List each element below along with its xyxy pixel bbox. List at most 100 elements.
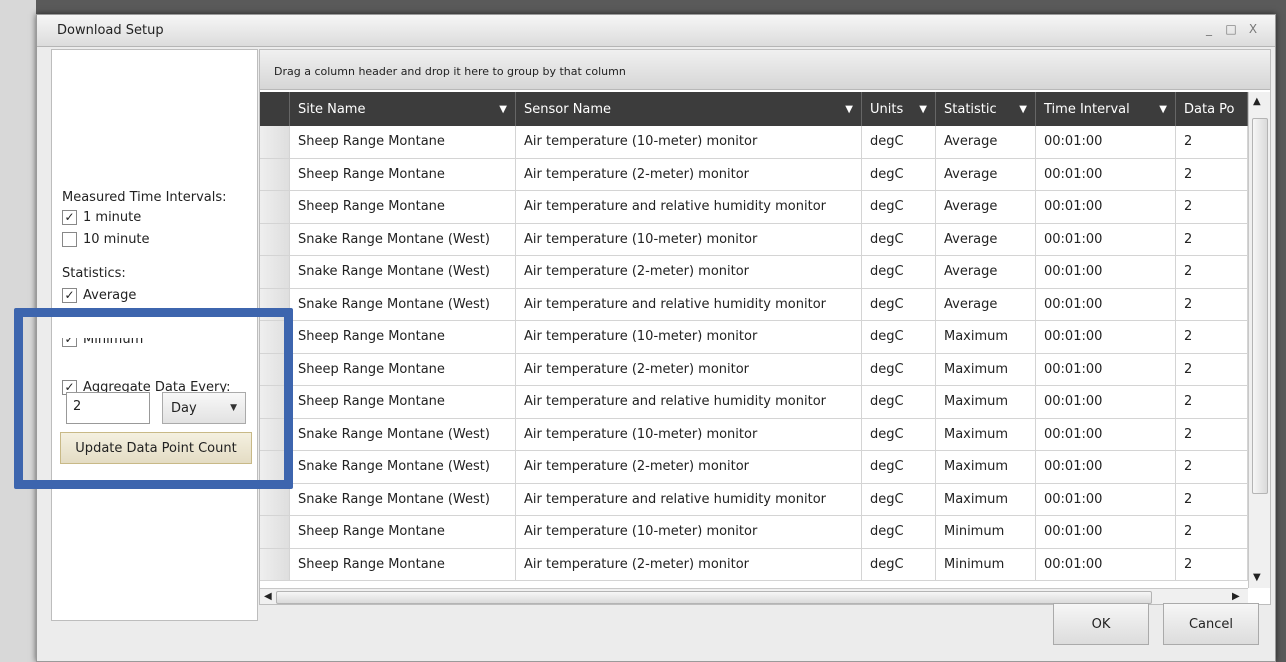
column-header-data-points[interactable]: Data Po bbox=[1176, 92, 1248, 126]
horizontal-scroll-thumb[interactable] bbox=[276, 591, 1152, 604]
scroll-right-icon[interactable]: ▶ bbox=[1232, 591, 1240, 602]
cell-data-points[interactable]: 2 bbox=[1176, 483, 1248, 515]
table-row[interactable]: Snake Range Montane (West) Air temperatur… bbox=[260, 223, 1270, 256]
cell-data-points[interactable]: 2 bbox=[1176, 191, 1248, 223]
close-button[interactable]: X bbox=[1245, 21, 1261, 37]
cell-data-points[interactable]: 2 bbox=[1176, 288, 1248, 320]
cell-site-name[interactable]: Snake Range Montane (West) bbox=[290, 418, 516, 450]
column-header-units[interactable]: Units ▼ bbox=[862, 92, 936, 126]
table-row[interactable]: Sheep Range Montane Air temperature and r… bbox=[260, 386, 1270, 419]
cell-sensor-name[interactable]: Air temperature (2-meter) monitor bbox=[516, 548, 862, 580]
cell-units[interactable]: degC bbox=[862, 256, 936, 288]
table-row[interactable]: Sheep Range Montane Air temperature (10-m… bbox=[260, 321, 1270, 354]
filter-icon[interactable]: ▼ bbox=[845, 104, 853, 115]
column-header-statistic[interactable]: Statistic ▼ bbox=[936, 92, 1036, 126]
scroll-left-icon[interactable]: ◀ bbox=[264, 591, 272, 602]
minimize-button[interactable]: _ bbox=[1201, 21, 1217, 37]
cell-data-points[interactable]: 2 bbox=[1176, 418, 1248, 450]
cell-units[interactable]: degC bbox=[862, 321, 936, 353]
cell-units[interactable]: degC bbox=[862, 418, 936, 450]
cell-sensor-name[interactable]: Air temperature and relative humidity mo… bbox=[516, 483, 862, 515]
row-header[interactable] bbox=[260, 223, 290, 255]
filter-icon[interactable]: ▼ bbox=[919, 104, 927, 115]
cell-data-points[interactable]: 2 bbox=[1176, 386, 1248, 418]
cell-statistic[interactable]: Maximum bbox=[936, 353, 1036, 385]
interval-1-minute-checkbox[interactable]: ✓ 1 minute bbox=[62, 210, 141, 225]
table-row[interactable]: Sheep Range Montane Air temperature (2-me… bbox=[260, 353, 1270, 386]
cell-units[interactable]: degC bbox=[862, 126, 936, 158]
cell-statistic[interactable]: Average bbox=[936, 126, 1036, 158]
table-row[interactable]: Snake Range Montane (West) Air temperatur… bbox=[260, 288, 1270, 321]
cell-sensor-name[interactable]: Air temperature and relative humidity mo… bbox=[516, 288, 862, 320]
cell-units[interactable]: degC bbox=[862, 516, 936, 548]
cell-time-interval[interactable]: 00:01:00 bbox=[1036, 353, 1176, 385]
cell-units[interactable]: degC bbox=[862, 353, 936, 385]
cell-sensor-name[interactable]: Air temperature (10-meter) monitor bbox=[516, 223, 862, 255]
cell-statistic[interactable]: Minimum bbox=[936, 516, 1036, 548]
cell-statistic[interactable]: Average bbox=[936, 288, 1036, 320]
cell-statistic[interactable]: Average bbox=[936, 256, 1036, 288]
cell-site-name[interactable]: Snake Range Montane (West) bbox=[290, 223, 516, 255]
cell-sensor-name[interactable]: Air temperature (10-meter) monitor bbox=[516, 126, 862, 158]
table-row[interactable]: Sheep Range Montane Air temperature (10-m… bbox=[260, 126, 1270, 159]
cell-site-name[interactable]: Snake Range Montane (West) bbox=[290, 483, 516, 515]
cell-data-points[interactable]: 2 bbox=[1176, 223, 1248, 255]
cell-units[interactable]: degC bbox=[862, 483, 936, 515]
row-header[interactable] bbox=[260, 191, 290, 223]
cancel-button[interactable]: Cancel bbox=[1163, 603, 1259, 645]
vertical-scroll-thumb[interactable] bbox=[1252, 118, 1268, 494]
ok-button[interactable]: OK bbox=[1053, 603, 1149, 645]
cell-sensor-name[interactable]: Air temperature and relative humidity mo… bbox=[516, 386, 862, 418]
cell-sensor-name[interactable]: Air temperature (10-meter) monitor bbox=[516, 516, 862, 548]
cell-time-interval[interactable]: 00:01:00 bbox=[1036, 451, 1176, 483]
table-row[interactable]: Snake Range Montane (West) Air temperatur… bbox=[260, 483, 1270, 516]
cell-site-name[interactable]: Sheep Range Montane bbox=[290, 353, 516, 385]
cell-statistic[interactable]: Maximum bbox=[936, 451, 1036, 483]
statistic-average-checkbox[interactable]: ✓ Average bbox=[62, 288, 136, 303]
cell-time-interval[interactable]: 00:01:00 bbox=[1036, 386, 1176, 418]
cell-data-points[interactable]: 2 bbox=[1176, 126, 1248, 158]
row-header[interactable] bbox=[260, 126, 290, 158]
cell-site-name[interactable]: Sheep Range Montane bbox=[290, 548, 516, 580]
table-row[interactable]: Snake Range Montane (West) Air temperatur… bbox=[260, 256, 1270, 289]
cell-units[interactable]: degC bbox=[862, 386, 936, 418]
cell-statistic[interactable]: Maximum bbox=[936, 418, 1036, 450]
cell-sensor-name[interactable]: Air temperature (2-meter) monitor bbox=[516, 353, 862, 385]
cell-site-name[interactable]: Sheep Range Montane bbox=[290, 321, 516, 353]
cell-units[interactable]: degC bbox=[862, 223, 936, 255]
cell-units[interactable]: degC bbox=[862, 158, 936, 190]
group-by-panel[interactable]: Drag a column header and drop it here to… bbox=[260, 50, 1270, 90]
table-row[interactable]: Sheep Range Montane Air temperature (2-me… bbox=[260, 158, 1270, 191]
cell-site-name[interactable]: Sheep Range Montane bbox=[290, 516, 516, 548]
cell-time-interval[interactable]: 00:01:00 bbox=[1036, 256, 1176, 288]
cell-sensor-name[interactable]: Air temperature (2-meter) monitor bbox=[516, 158, 862, 190]
cell-statistic[interactable]: Maximum bbox=[936, 321, 1036, 353]
cell-site-name[interactable]: Sheep Range Montane bbox=[290, 191, 516, 223]
row-header[interactable] bbox=[260, 256, 290, 288]
cell-site-name[interactable]: Sheep Range Montane bbox=[290, 386, 516, 418]
cell-time-interval[interactable]: 00:01:00 bbox=[1036, 483, 1176, 515]
cell-units[interactable]: degC bbox=[862, 548, 936, 580]
cell-site-name[interactable]: Sheep Range Montane bbox=[290, 126, 516, 158]
interval-10-minute-checkbox[interactable]: 10 minute bbox=[62, 232, 150, 247]
cell-data-points[interactable]: 2 bbox=[1176, 451, 1248, 483]
column-header-sensor-name[interactable]: Sensor Name ▼ bbox=[516, 92, 862, 126]
row-header[interactable] bbox=[260, 516, 290, 548]
cell-time-interval[interactable]: 00:01:00 bbox=[1036, 223, 1176, 255]
table-row[interactable]: Snake Range Montane (West) Air temperatur… bbox=[260, 451, 1270, 484]
cell-sensor-name[interactable]: Air temperature (10-meter) monitor bbox=[516, 321, 862, 353]
title-bar[interactable]: Download Setup _ □ X bbox=[37, 15, 1275, 47]
column-header-site-name[interactable]: Site Name ▼ bbox=[290, 92, 516, 126]
cell-data-points[interactable]: 2 bbox=[1176, 256, 1248, 288]
cell-sensor-name[interactable]: Air temperature (10-meter) monitor bbox=[516, 418, 862, 450]
cell-units[interactable]: degC bbox=[862, 288, 936, 320]
filter-icon[interactable]: ▼ bbox=[499, 104, 507, 115]
cell-data-points[interactable]: 2 bbox=[1176, 353, 1248, 385]
cell-statistic[interactable]: Average bbox=[936, 223, 1036, 255]
cell-time-interval[interactable]: 00:01:00 bbox=[1036, 321, 1176, 353]
cell-statistic[interactable]: Average bbox=[936, 191, 1036, 223]
cell-time-interval[interactable]: 00:01:00 bbox=[1036, 418, 1176, 450]
cell-sensor-name[interactable]: Air temperature (2-meter) monitor bbox=[516, 451, 862, 483]
vertical-scrollbar[interactable]: ▲ ▼ bbox=[1248, 92, 1270, 588]
row-header[interactable] bbox=[260, 158, 290, 190]
